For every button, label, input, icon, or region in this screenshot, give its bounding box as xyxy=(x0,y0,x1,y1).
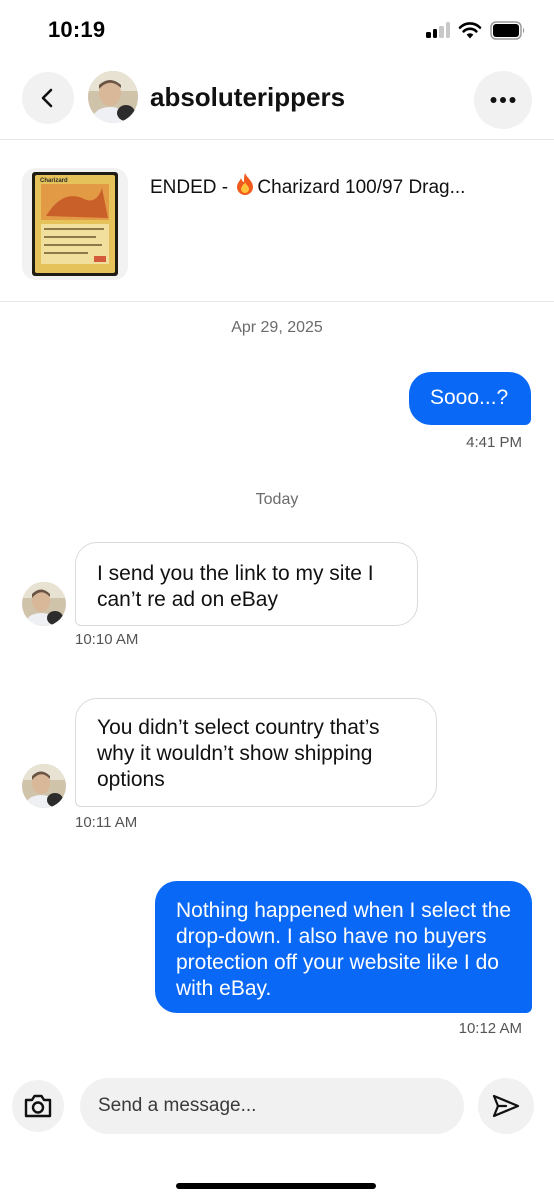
message-bubble-outgoing[interactable]: Sooo...? xyxy=(409,372,531,425)
listing-row[interactable]: Charizard ENDED - Charizard 100/97 Drag.… xyxy=(0,140,554,302)
date-separator: Apr 29, 2025 xyxy=(231,319,323,336)
message-timestamp: 10:12 AM xyxy=(458,1020,522,1037)
username[interactable]: absoluterippers xyxy=(150,82,345,113)
home-indicator[interactable] xyxy=(176,1183,376,1189)
send-button[interactable] xyxy=(478,1078,534,1134)
listing-status: ENDED - xyxy=(150,177,234,198)
more-dots-icon xyxy=(490,97,516,103)
chevron-left-icon xyxy=(41,88,53,108)
message-timestamp: 4:41 PM xyxy=(466,434,522,451)
wifi-icon xyxy=(458,22,482,39)
status-bar: 10:19 xyxy=(0,0,554,62)
card-name-text: Charizard xyxy=(40,178,68,184)
camera-icon xyxy=(24,1094,52,1118)
camera-button[interactable] xyxy=(12,1080,64,1132)
avatar[interactable] xyxy=(22,764,66,808)
message-input[interactable] xyxy=(80,1078,464,1134)
listing-title[interactable]: ENDED - Charizard 100/97 Drag... xyxy=(150,172,465,199)
avatar[interactable] xyxy=(88,71,138,123)
message-bubble-incoming[interactable]: I send you the link to my site I can’t r… xyxy=(75,542,418,626)
battery-icon xyxy=(490,21,525,40)
status-time: 10:19 xyxy=(48,17,106,42)
listing-thumbnail[interactable]: Charizard xyxy=(22,168,128,280)
message-bubble-outgoing[interactable]: Nothing happened when I select the drop-… xyxy=(155,881,532,1013)
fire-icon xyxy=(237,173,254,195)
listing-name: Charizard 100/97 Drag... xyxy=(257,177,466,198)
back-button[interactable] xyxy=(22,72,74,124)
send-icon xyxy=(492,1094,520,1118)
message-timestamp: 10:11 AM xyxy=(75,814,138,831)
conversation-header: absoluterippers xyxy=(0,62,554,140)
more-options-button[interactable] xyxy=(474,71,532,129)
date-separator: Today xyxy=(255,491,299,508)
cellular-signal-icon xyxy=(426,22,452,38)
avatar[interactable] xyxy=(22,582,66,626)
message-timestamp: 10:10 AM xyxy=(75,631,139,648)
message-bubble-incoming[interactable]: You didn’t select country that’s why it … xyxy=(75,698,437,807)
